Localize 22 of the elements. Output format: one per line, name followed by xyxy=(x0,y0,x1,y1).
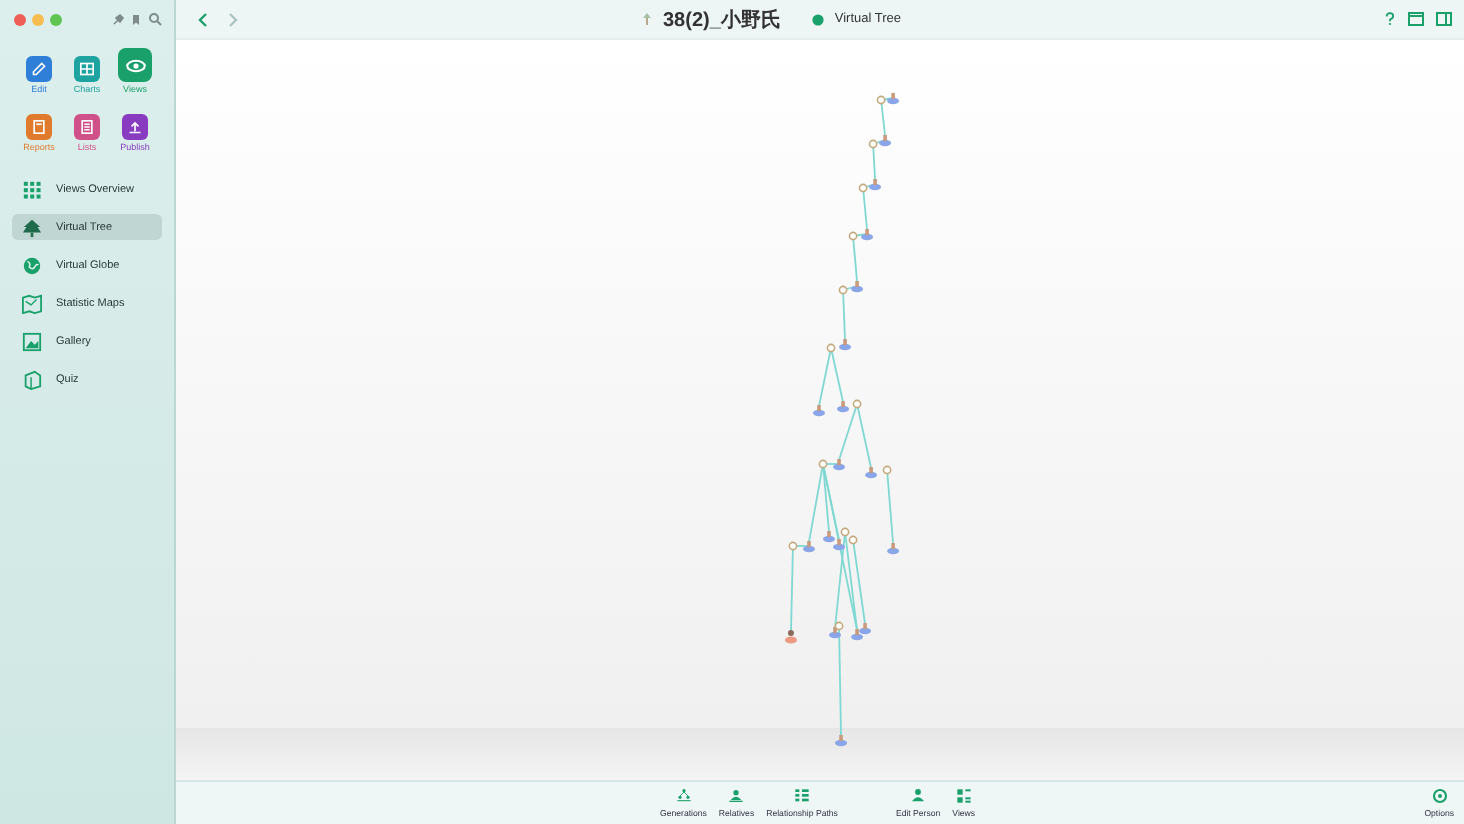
paths-icon xyxy=(794,788,811,804)
person-icon xyxy=(910,788,927,804)
document-title: 38(2)_小野氏 xyxy=(662,7,781,33)
forward-icon[interactable] xyxy=(228,11,240,27)
sidebar-icon[interactable] xyxy=(1436,12,1452,26)
gallery-icon xyxy=(22,331,42,351)
window-icon[interactable] xyxy=(1408,12,1424,26)
quiz-icon xyxy=(22,369,42,389)
back-icon[interactable] xyxy=(196,11,208,27)
pin-icon[interactable] xyxy=(112,13,124,25)
map-icon xyxy=(22,293,42,313)
globe-icon xyxy=(22,255,42,275)
generations-icon xyxy=(675,788,692,804)
close-window-button[interactable] xyxy=(14,13,26,25)
relatives-icon xyxy=(728,788,745,804)
search-icon[interactable] xyxy=(148,12,162,26)
bookmark-icon[interactable] xyxy=(130,13,142,25)
zoom-window-button[interactable] xyxy=(50,13,62,25)
help-icon[interactable] xyxy=(1384,12,1396,26)
grid-icon xyxy=(22,179,42,199)
views-icon xyxy=(955,788,972,804)
settings-icon xyxy=(1431,788,1448,804)
